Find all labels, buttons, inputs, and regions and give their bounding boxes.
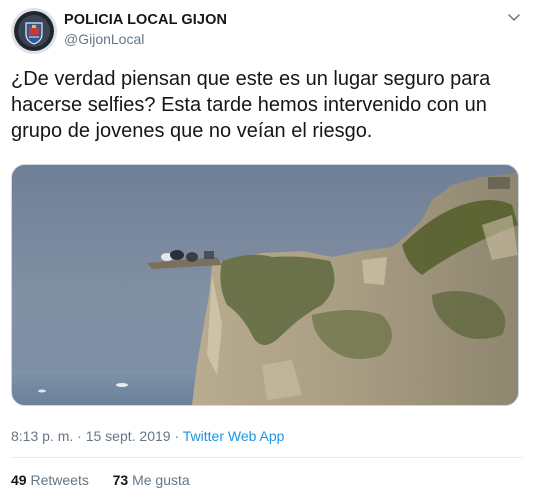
likes-label: Me gusta <box>132 472 190 488</box>
tweet-time[interactable]: 8:13 p. m. <box>11 428 73 444</box>
likes-stat[interactable]: 73 Me gusta <box>109 472 190 488</box>
meta-separator: · <box>73 428 86 444</box>
likes-count: 73 <box>112 472 129 488</box>
retweets-label: Retweets <box>30 472 89 488</box>
more-options-chevron-down-icon[interactable] <box>504 10 524 26</box>
avatar[interactable] <box>11 8 57 54</box>
tweet-text: ¿De verdad piensan que este es un lugar … <box>11 68 491 142</box>
retweets-count: 49 <box>11 472 27 488</box>
divider <box>11 457 523 458</box>
meta-separator: · <box>170 428 183 444</box>
tweet-photo[interactable] <box>11 164 519 406</box>
police-badge-icon <box>11 8 57 54</box>
tweet-meta: 8:13 p. m. · 15 sept. 2019 · Twitter Web… <box>11 428 284 444</box>
retweets-stat[interactable]: 49 Retweets <box>11 472 93 488</box>
tweet-source-link[interactable]: Twitter Web App <box>183 428 285 444</box>
author-name[interactable]: POLICIA LOCAL GIJON <box>64 12 227 28</box>
cliff-photo <box>12 165 518 405</box>
tweet-stats: 49 Retweets 73 Me gusta <box>11 472 190 488</box>
tweet-date[interactable]: 15 sept. 2019 <box>86 428 171 444</box>
author-handle[interactable]: @GijonLocal <box>64 31 144 47</box>
